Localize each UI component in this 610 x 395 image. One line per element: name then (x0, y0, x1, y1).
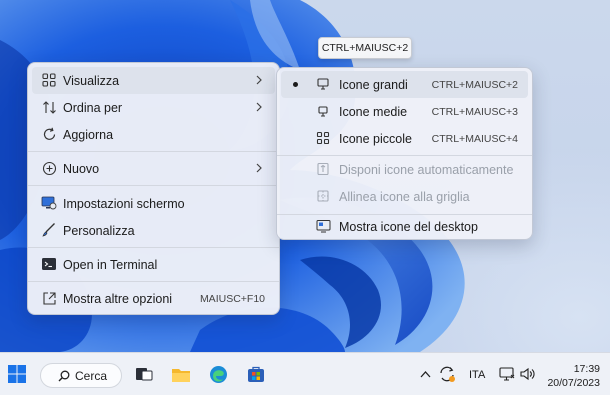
taskbar-search[interactable]: Cerca (40, 363, 122, 388)
menu-item-nuovo[interactable]: Nuovo (32, 155, 275, 182)
menu-item-label: Personalizza (63, 223, 135, 238)
view-submenu: Icone grandi CTRL+MAIUSC+2 Icone medie C… (276, 67, 533, 240)
menu-item-label: Open in Terminal (63, 257, 158, 272)
file-explorer-button[interactable] (169, 363, 193, 385)
submenu-item-label: Icone grandi (339, 77, 408, 92)
submenu-item-shortcut: CTRL+MAIUSC+2 (431, 78, 518, 91)
menu-item-label: Impostazioni schermo (63, 196, 185, 211)
brush-icon (41, 222, 57, 238)
windows-logo-icon (8, 365, 26, 383)
desktop[interactable]: CTRL+MAIUSC+2 Visualizza Ordina per Aggi… (0, 0, 610, 352)
folder-icon (172, 368, 190, 382)
menu-item-label: Mostra altre opzioni (63, 291, 173, 306)
menu-separator (28, 281, 279, 282)
desktop-icons-icon (315, 218, 331, 234)
terminal-icon (41, 256, 57, 272)
display-settings-icon (41, 195, 57, 211)
submenu-item-icone-piccole[interactable]: Icone piccole CTRL+MAIUSC+4 (281, 125, 528, 152)
chevron-right-icon (256, 102, 262, 112)
menu-separator (28, 247, 279, 248)
menu-item-open-in-terminal[interactable]: Open in Terminal (32, 251, 275, 278)
chevron-up-icon (420, 371, 430, 378)
sort-icon (41, 99, 57, 115)
submenu-item-icone-medie[interactable]: Icone medie CTRL+MAIUSC+3 (281, 98, 528, 125)
submenu-item-allinea-icone[interactable]: Allinea icone alla griglia (281, 183, 528, 210)
chevron-right-icon (256, 75, 262, 85)
submenu-item-shortcut: CTRL+MAIUSC+4 (431, 132, 518, 145)
plus-circle-icon (41, 160, 57, 176)
menu-item-impostazioni-schermo[interactable]: Impostazioni schermo (32, 190, 275, 217)
submenu-item-label: Icone medie (339, 104, 408, 119)
submenu-item-shortcut: CTRL+MAIUSC+3 (431, 105, 518, 118)
menu-separator (28, 185, 279, 186)
menu-item-shortcut: MAIUSC+F10 (199, 292, 265, 305)
edge-button[interactable] (207, 363, 229, 385)
submenu-item-icone-grandi[interactable]: Icone grandi CTRL+MAIUSC+2 (281, 71, 528, 98)
search-icon (58, 370, 70, 382)
monitor-icon (315, 76, 331, 92)
share-icon (41, 290, 57, 306)
selected-bullet-icon (293, 82, 298, 87)
show-hidden-icons-button[interactable] (418, 367, 432, 381)
submenu-item-disponi-icone[interactable]: Disponi icone automaticamente (281, 156, 528, 183)
desktop-context-menu: Visualizza Ordina per Aggiorna Nuovo Imp… (27, 62, 280, 315)
search-label: Cerca (75, 368, 108, 383)
store-button[interactable] (245, 363, 267, 385)
menu-item-label: Nuovo (63, 161, 100, 176)
menu-item-ordina-per[interactable]: Ordina per (32, 94, 275, 121)
auto-arrange-icon (315, 161, 331, 177)
menu-item-label: Aggiorna (63, 127, 114, 142)
refresh-icon (41, 126, 57, 142)
clock-time: 17:39 (573, 363, 600, 375)
shortcut-tooltip: CTRL+MAIUSC+2 (318, 37, 412, 59)
align-grid-icon (315, 188, 331, 204)
sync-icon (440, 366, 455, 382)
edge-icon (209, 365, 227, 383)
monitor-small-icon (315, 103, 331, 119)
menu-item-aggiorna[interactable]: Aggiorna (32, 121, 275, 148)
submenu-item-label: Allinea icone alla griglia (339, 189, 470, 204)
menu-item-mostra-altre-opzioni[interactable]: Mostra altre opzioni MAIUSC+F10 (32, 285, 275, 312)
submenu-item-label: Mostra icone del desktop (339, 219, 478, 234)
start-button[interactable] (6, 363, 28, 385)
taskbar: Cerca ITA 17:39 20/07/2023 (0, 352, 610, 395)
menu-item-visualizza[interactable]: Visualizza (32, 67, 275, 94)
submenu-item-mostra-icone-desktop[interactable]: Mostra icone del desktop (281, 213, 528, 240)
submenu-item-label: Icone piccole (339, 131, 412, 146)
menu-item-label: Visualizza (63, 73, 120, 88)
task-view-icon (136, 368, 153, 381)
submenu-item-label: Disponi icone automaticamente (339, 162, 514, 177)
store-icon (248, 366, 264, 382)
volume-button[interactable] (519, 365, 537, 383)
clock[interactable]: 17:39 20/07/2023 (547, 362, 600, 390)
sync-tray-button[interactable] (437, 364, 457, 384)
grid-icon (41, 72, 57, 88)
menu-item-label: Ordina per (63, 100, 123, 115)
task-view-button[interactable] (133, 363, 155, 385)
menu-item-personalizza[interactable]: Personalizza (32, 217, 275, 244)
volume-icon (520, 367, 535, 381)
chevron-right-icon (256, 163, 262, 173)
menu-separator (28, 151, 279, 152)
clock-date: 20/07/2023 (547, 377, 600, 389)
language-indicator[interactable]: ITA (469, 369, 485, 381)
network-button[interactable] (498, 365, 516, 383)
network-icon (499, 367, 515, 381)
small-grid-icon (315, 130, 331, 146)
